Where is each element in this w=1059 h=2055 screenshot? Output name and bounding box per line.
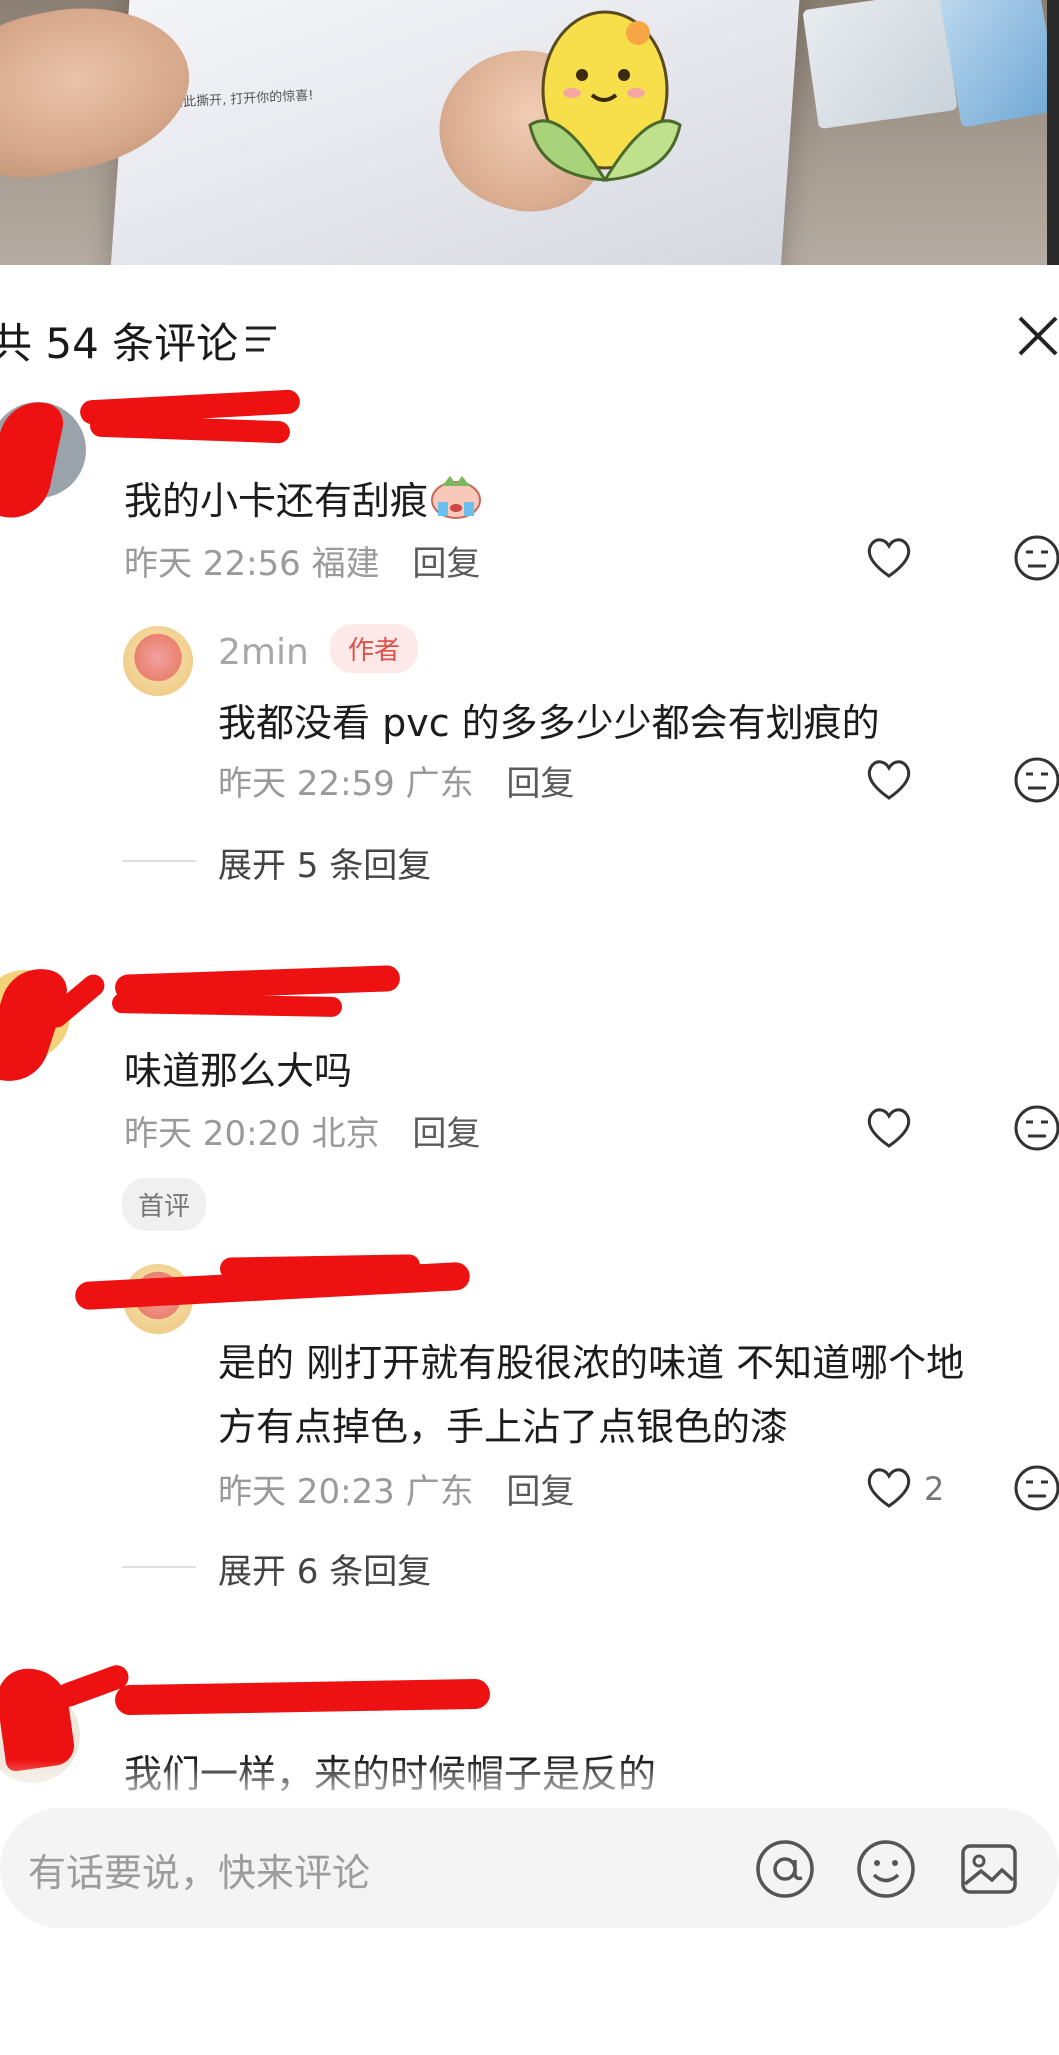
reply-username[interactable]: 2min <box>218 632 309 673</box>
redaction-mark <box>89 414 291 444</box>
reply-text-line2: 方有点掉色，手上沾了点银色的漆 <box>218 1405 789 1449</box>
reply-time: 昨天 22:59 <box>218 764 395 804</box>
emoji-icon[interactable] <box>855 1838 917 1900</box>
heart-icon[interactable] <box>865 1466 913 1510</box>
corn-sticker-icon <box>528 10 682 182</box>
author-badge: 作者 <box>330 624 419 673</box>
redaction-mark <box>0 1663 77 1773</box>
reply-button[interactable]: 回复 <box>506 764 574 804</box>
crying-face-icon <box>431 476 482 519</box>
reply-location: 广东 <box>405 1472 474 1512</box>
reply-text: 是的 刚打开就有股很浓的味道 不知道哪个地 <box>218 1341 965 1385</box>
redaction-mark <box>111 992 343 1018</box>
comment-count: 共 54 条评论 <box>0 319 239 368</box>
reply-meta: 昨天 20:23 广东 回复 <box>218 1464 574 1513</box>
heart-icon[interactable] <box>865 758 913 802</box>
filter-lines-icon[interactable] <box>244 322 280 356</box>
expand-replies-button[interactable]: 展开 6 条回复 <box>218 1544 431 1593</box>
comment-location: 福建 <box>311 544 380 584</box>
expand-divider <box>122 860 196 862</box>
comment-input-bar[interactable]: 有话要说，快来评论 <box>0 1808 1059 1928</box>
reply-button[interactable]: 回复 <box>506 1472 574 1512</box>
heart-icon[interactable] <box>865 536 913 580</box>
dislike-face-icon[interactable] <box>1013 534 1059 582</box>
photo-card <box>802 0 958 130</box>
at-icon[interactable] <box>754 1838 816 1900</box>
dislike-face-icon[interactable] <box>1013 1104 1059 1152</box>
avatar[interactable] <box>123 626 193 696</box>
comment-input[interactable]: 有话要说，快来评论 <box>28 1842 370 1897</box>
heart-icon[interactable] <box>865 1106 913 1150</box>
comment-time: 昨天 22:56 <box>124 544 301 584</box>
first-comment-tag: 首评 <box>122 1178 207 1231</box>
photo-card-blue <box>939 0 1059 128</box>
reply-button[interactable]: 回复 <box>412 544 480 584</box>
expand-replies-button[interactable]: 展开 5 条回复 <box>218 838 431 887</box>
reply-text: 我都没看 pvc 的多多少少都会有划痕的 <box>218 701 880 745</box>
reply-button[interactable]: 回复 <box>412 1114 480 1154</box>
comments-header: 共 54 条评论 <box>0 300 1059 370</box>
redaction-mark <box>114 1678 491 1716</box>
comment-location: 北京 <box>311 1114 380 1154</box>
redaction-mark <box>219 1254 421 1280</box>
image-icon[interactable] <box>958 1838 1020 1900</box>
video-preview[interactable]: 由此撕开, 打开你的惊喜! <box>0 0 1059 265</box>
like-count: 2 <box>924 1470 945 1508</box>
dislike-face-icon[interactable] <box>1013 756 1059 804</box>
comment-meta: 昨天 22:56 福建 回复 <box>124 536 480 585</box>
comment-time: 昨天 20:20 <box>124 1114 301 1154</box>
comment-text: 我的小卡还有刮痕 <box>124 470 484 525</box>
dislike-face-icon[interactable] <box>1013 1464 1059 1512</box>
scroll-fade <box>0 1760 1059 1810</box>
reply-location: 广东 <box>405 764 474 804</box>
expand-divider <box>122 1566 196 1568</box>
close-icon[interactable] <box>1016 314 1059 358</box>
comment-text: 味道那么大吗 <box>124 1049 353 1093</box>
reply-time: 昨天 20:23 <box>218 1472 395 1512</box>
video-edge <box>1047 0 1059 265</box>
reply-meta: 昨天 22:59 广东 回复 <box>218 756 574 805</box>
comment-meta: 昨天 20:20 北京 回复 <box>124 1106 480 1155</box>
